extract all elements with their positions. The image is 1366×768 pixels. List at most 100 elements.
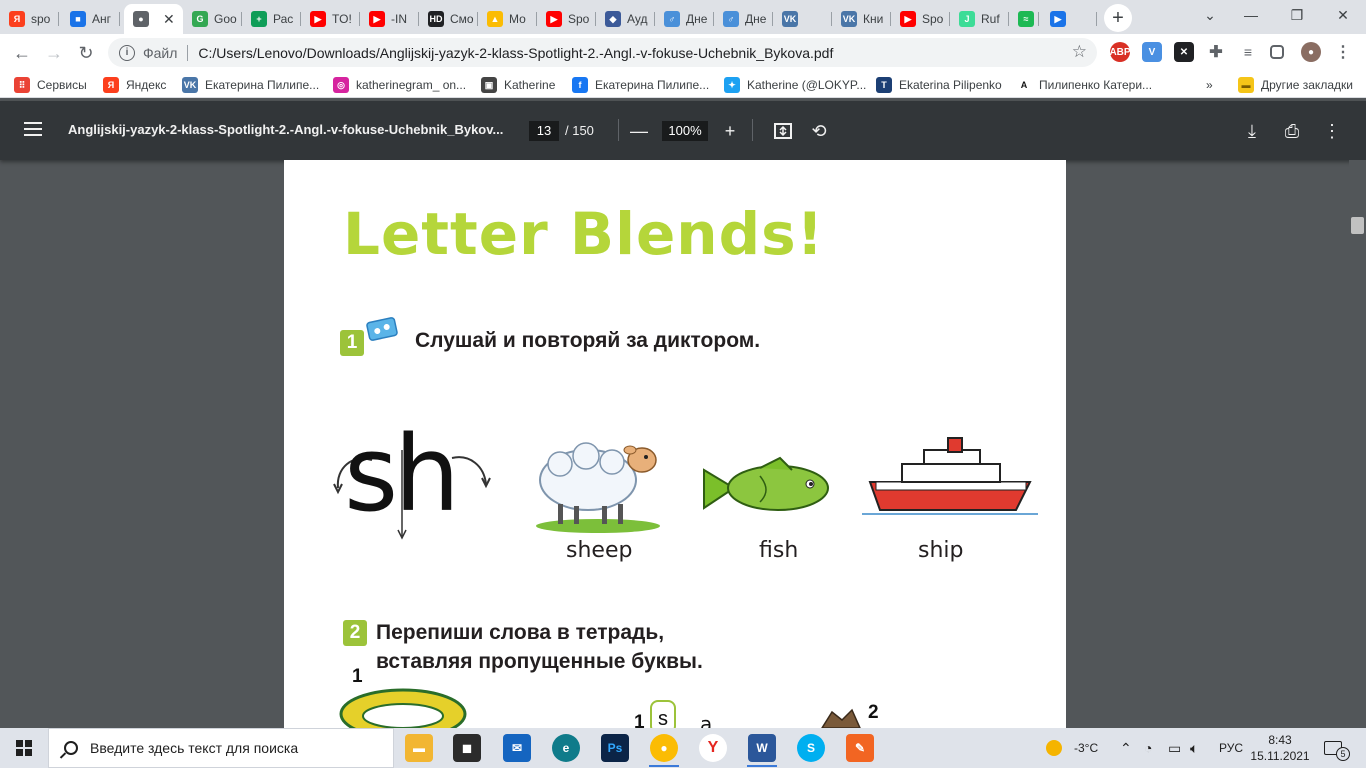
hamburger-menu-icon[interactable] (24, 122, 42, 136)
taskbar-search-box[interactable]: Введите здесь текст для поиска (48, 728, 394, 768)
language-indicator[interactable]: РУС (1219, 728, 1243, 768)
browser-tab[interactable]: ▲ Мо (478, 4, 537, 34)
task2-line2: вставляя пропущенные буквы. (376, 650, 703, 673)
t-icon: T (876, 77, 892, 93)
v-extension-icon[interactable]: V (1142, 42, 1162, 62)
scrollbar-thumb[interactable] (1351, 217, 1364, 234)
browser-tab[interactable]: Яspo (0, 4, 59, 34)
volume-icon[interactable]: 🔈︎ (1190, 728, 1198, 768)
bookmark-item[interactable]: ▣ Katherine (481, 75, 555, 95)
address-url[interactable]: C:/Users/Lenovo/Downloads/Anglijskij-yaz… (198, 45, 833, 61)
download-icon[interactable]: ⤓ (1240, 119, 1264, 143)
zoom-in-icon[interactable]: + (718, 119, 742, 143)
mail-icon[interactable]: ✉ (503, 734, 531, 762)
zoom-level-input[interactable]: 100% (662, 121, 708, 141)
reload-icon[interactable]: ↻ (72, 39, 100, 67)
pdf-app-icon[interactable]: ✎ (846, 734, 874, 762)
browser-tab[interactable]: ◆ Ауд (596, 4, 655, 34)
browser-tab[interactable]: ▶ Spo (891, 4, 950, 34)
profile-avatar[interactable]: ● (1301, 42, 1321, 62)
address-bar[interactable]: i Файл C:/Users/Lenovo/Downloads/Anglijs… (108, 38, 1097, 67)
clock[interactable]: 8:43 15.11.2021 (1250, 728, 1309, 768)
active-app-indicator (747, 765, 777, 767)
other-bookmarks[interactable]: ▬ Другие закладки (1238, 75, 1353, 95)
fit-page-icon[interactable] (771, 119, 795, 143)
bookmark-star-icon[interactable]: ☆ (1072, 42, 1087, 62)
tab-search-icon[interactable]: ⌄ (1187, 0, 1233, 30)
windows-start-icon[interactable] (16, 740, 32, 756)
file-explorer-icon[interactable]: ▬ (405, 734, 433, 762)
browser-tab[interactable]: ▶ TO! (301, 4, 360, 34)
weather-widget[interactable]: -3°C (1046, 728, 1098, 768)
bookmark-item[interactable]: ⠿ Сервисы (14, 75, 87, 95)
bookmark-item[interactable]: ◎ katherinegram_ on... (333, 75, 466, 95)
tab-title: Анг (92, 12, 112, 26)
browser-tab[interactable]: VK (773, 4, 832, 34)
bookmark-item[interactable]: VK Екатерина Пилипе... (182, 75, 319, 95)
browser-tab[interactable]: ≈Spo (1009, 4, 1039, 34)
browser-tab[interactable]: ♂ Дне (714, 4, 773, 34)
browser-tab[interactable]: VK Кни (832, 4, 891, 34)
tab-title: spo (31, 12, 51, 26)
browser-toolbar: ← → ↻ i Файл C:/Users/Lenovo/Downloads/A… (0, 34, 1366, 71)
photoshop-icon[interactable]: Ps (601, 734, 629, 762)
notification-count: 5 (1336, 747, 1350, 761)
tab-title: Мо (509, 12, 526, 26)
bookmark-item[interactable]: ✦ Katherine (@LOKYP... (724, 75, 866, 95)
minimize-button[interactable]: — (1228, 0, 1274, 30)
pdf-more-icon[interactable]: ⋮ (1320, 119, 1344, 143)
browser-tab[interactable]: ▶ -IN (360, 4, 419, 34)
print-icon[interactable]: ⎙ (1280, 119, 1304, 143)
restore-button[interactable]: ❐ (1274, 0, 1320, 30)
tray-expand-icon[interactable]: ⌃ (1120, 728, 1132, 768)
bookmark-label: katherinegram_ on... (356, 78, 467, 92)
forward-arrow-icon[interactable]: → (40, 39, 68, 67)
side-panel-icon[interactable] (1270, 45, 1284, 59)
bookmark-item[interactable]: A Пилипенко Катери... (1016, 75, 1152, 95)
browser-tab[interactable]: J Ruf (950, 4, 1009, 34)
word-icon[interactable]: W (748, 734, 776, 762)
page-number-input[interactable]: 13 (529, 121, 559, 141)
diary-icon: ♂ (664, 11, 680, 27)
yandex-browser-icon[interactable]: Y (699, 734, 727, 762)
browser-tab[interactable]: + Рас (242, 4, 301, 34)
rotate-icon[interactable]: ⟲ (807, 119, 831, 143)
scrollbar-track[interactable] (1349, 160, 1366, 728)
bookmark-item[interactable]: Я Яндекс (103, 75, 166, 95)
bookmark-label: Яндекс (126, 78, 167, 92)
close-tab-icon[interactable]: ✕ (163, 11, 175, 28)
bookmarks-overflow[interactable]: » (1206, 75, 1213, 95)
browser-tab[interactable]: ● ✕ (124, 4, 183, 34)
notifications-icon[interactable]: 5 (1324, 728, 1350, 768)
browser-tab[interactable]: G Goo (183, 4, 242, 34)
extension-x-icon[interactable]: ✕ (1174, 42, 1194, 62)
a-icon: A (1016, 77, 1032, 93)
skype-icon[interactable]: S (797, 734, 825, 762)
browser-tab[interactable]: ▶ Spo (537, 4, 596, 34)
close-window-button[interactable]: ✕ (1320, 0, 1366, 30)
address-scheme-label: Файл (143, 44, 178, 61)
network-icon[interactable]: ◔ (1144, 728, 1152, 768)
extensions-puzzle-icon[interactable]: ✚ (1206, 42, 1226, 62)
browser-menu-icon[interactable]: ⋮ (1333, 42, 1353, 62)
adblock-icon[interactable]: ABP (1109, 42, 1131, 62)
battery-icon[interactable]: ▭ (1168, 728, 1181, 768)
chrome-icon[interactable]: ● (650, 734, 678, 762)
info-icon[interactable]: i (119, 44, 135, 61)
address-divider (187, 44, 189, 61)
store-icon[interactable]: ◼ (453, 734, 481, 762)
tab-separator (119, 12, 120, 26)
back-arrow-icon[interactable]: ← (8, 39, 36, 67)
word-ship: ship (918, 538, 964, 563)
media-icon: ▶ (1050, 11, 1066, 27)
zoom-out-icon[interactable]: — (627, 119, 651, 143)
browser-tab[interactable]: HD Смо (419, 4, 478, 34)
reading-list-icon[interactable]: ≡ (1238, 42, 1258, 62)
bookmark-item[interactable]: f Екатерина Пилипе... (572, 75, 709, 95)
browser-tab[interactable]: ♂ Дне (655, 4, 714, 34)
browser-tab[interactable]: ▶ (1041, 4, 1097, 34)
edge-icon[interactable]: e (552, 734, 580, 762)
new-tab-button[interactable]: + (1104, 4, 1132, 32)
browser-tab[interactable]: ■ Анг (61, 4, 120, 34)
bookmark-item[interactable]: T Ekaterina Pilipenko (876, 75, 1002, 95)
